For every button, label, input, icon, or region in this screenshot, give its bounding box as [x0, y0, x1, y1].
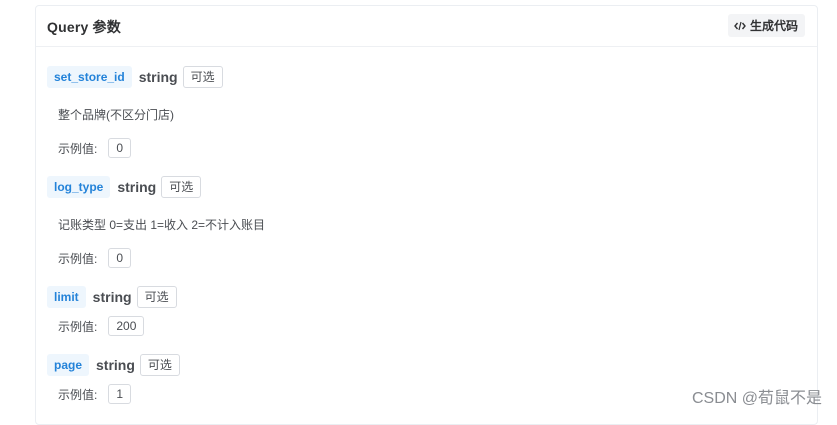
optional-badge: 可选: [161, 176, 201, 198]
example-value: 0: [108, 138, 131, 158]
param-example: 示例值: 200: [58, 316, 144, 336]
param-example: 示例值: 0: [58, 248, 131, 268]
param-type: string: [117, 179, 156, 195]
param-name[interactable]: limit: [47, 286, 86, 308]
example-value: 0: [108, 248, 131, 268]
param-name[interactable]: page: [47, 354, 89, 376]
param-type: string: [139, 69, 178, 85]
param-type: string: [93, 289, 132, 305]
example-label: 示例值:: [58, 250, 97, 267]
param-row-limit: limit string 可选: [47, 286, 177, 308]
param-name[interactable]: log_type: [47, 176, 110, 198]
param-row-log-type: log_type string 可选: [47, 176, 201, 198]
generate-code-button[interactable]: 生成代码: [728, 14, 805, 37]
csdn-watermark: CSDN @荀鼠不是: [692, 384, 822, 408]
optional-badge: 可选: [137, 286, 177, 308]
optional-badge: 可选: [140, 354, 180, 376]
example-label: 示例值:: [58, 386, 97, 403]
example-value: 1: [108, 384, 131, 404]
param-description: 整个品牌(不区分门店): [58, 106, 174, 123]
param-description: 记账类型 0=支出 1=收入 2=不计入账目: [58, 216, 265, 233]
example-value: 200: [108, 316, 144, 336]
panel-header: Query 参数 生成代码: [36, 6, 817, 47]
param-example: 示例值: 0: [58, 138, 131, 158]
param-type: string: [96, 357, 135, 373]
param-row-set-store-id: set_store_id string 可选: [47, 66, 223, 88]
param-example: 示例值: 1: [58, 384, 131, 404]
code-icon: [734, 21, 746, 31]
generate-code-label: 生成代码: [750, 17, 798, 34]
example-label: 示例值:: [58, 318, 97, 335]
panel-title: Query 参数: [47, 17, 121, 37]
optional-badge: 可选: [183, 66, 223, 88]
example-label: 示例值:: [58, 140, 97, 157]
query-params-panel: Query 参数 生成代码 set_store_id string 可选 整个品…: [35, 5, 818, 425]
param-row-page: page string 可选: [47, 354, 180, 376]
param-name[interactable]: set_store_id: [47, 66, 132, 88]
